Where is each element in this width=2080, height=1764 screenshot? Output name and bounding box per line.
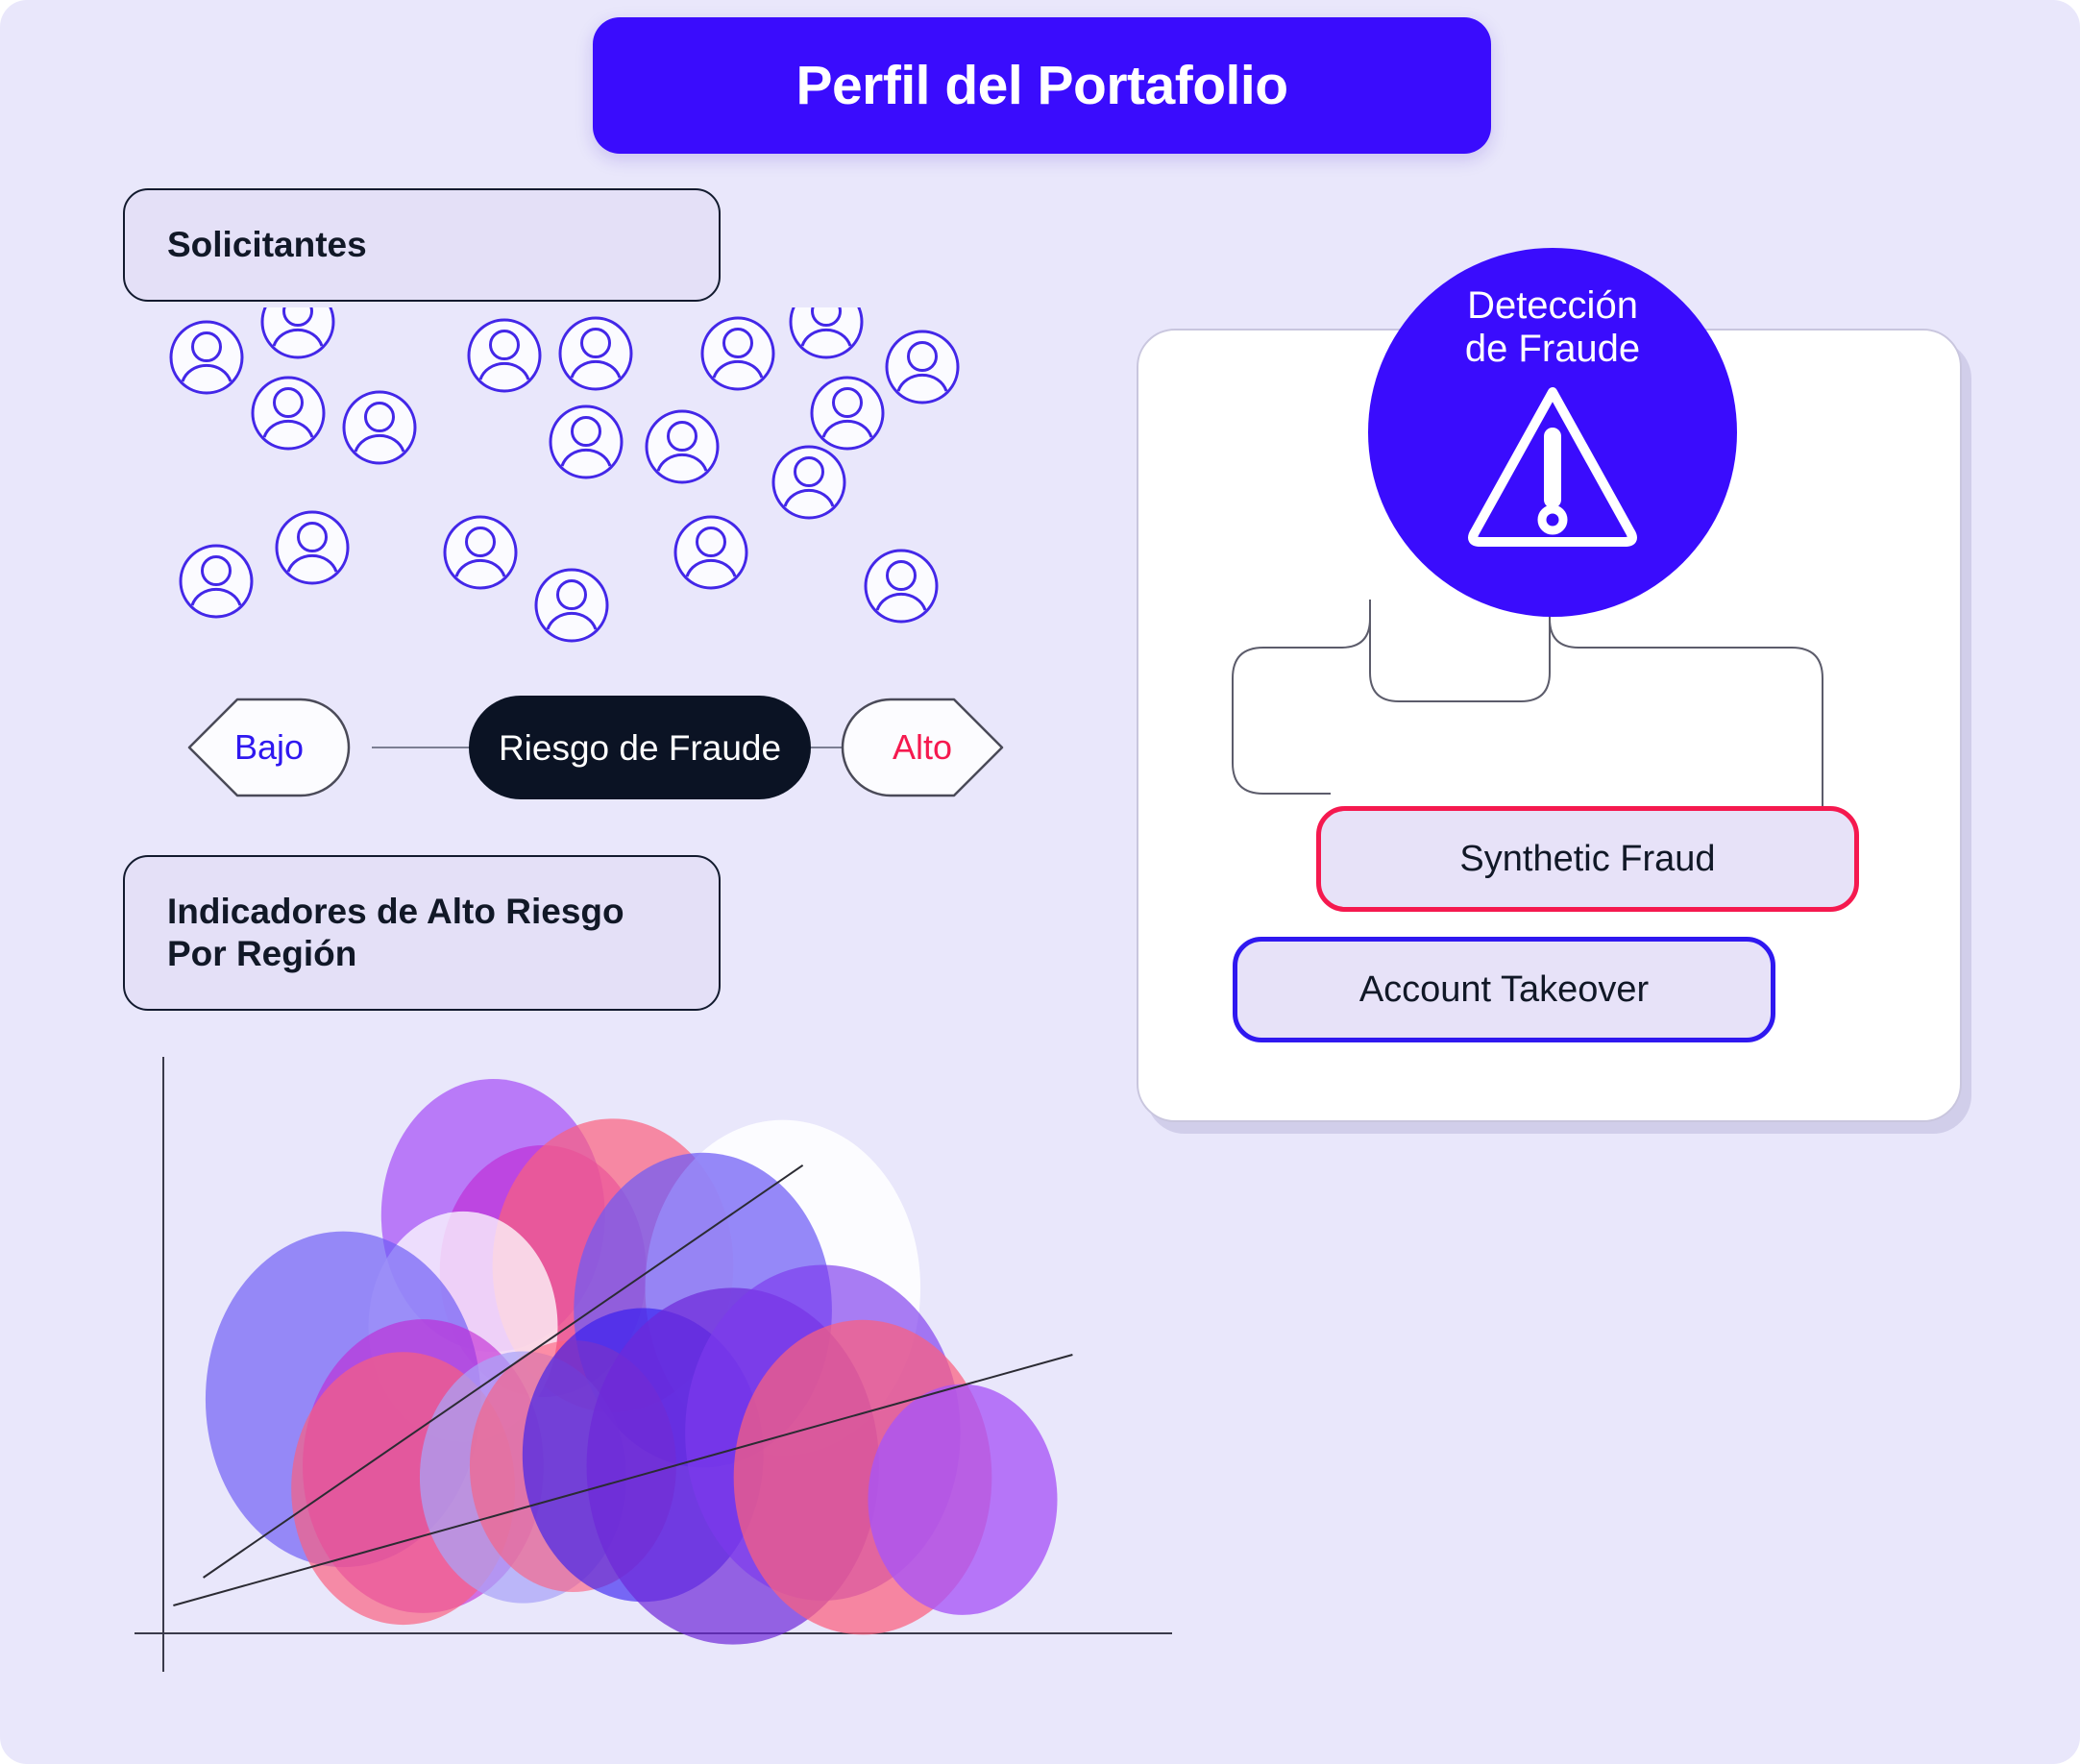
risk-high-label: Alto xyxy=(892,727,953,767)
scale-connector-left xyxy=(372,747,482,748)
risk-indicators-label-line2: Por Región xyxy=(167,934,357,973)
fraud-type-label: Account Takeover xyxy=(1358,969,1650,1010)
fraud-risk-label: Riesgo de Fraude xyxy=(498,727,782,768)
avatar xyxy=(251,376,326,451)
avatar xyxy=(443,515,518,590)
avatar xyxy=(260,284,335,359)
avatar xyxy=(810,376,885,451)
avatar xyxy=(169,320,244,395)
fraud-detection-badge: Detección de Fraude xyxy=(1368,248,1737,617)
risk-indicators-section-label: Indicadores de Alto Riesgo Por Región xyxy=(123,855,721,1011)
avatar-cloud-svg xyxy=(169,284,960,643)
infographic-canvas: Perfil del Portafolio Solicitantes Bajo … xyxy=(0,0,2080,1764)
avatar xyxy=(645,409,720,484)
fraud-type-label: Synthetic Fraud xyxy=(1459,839,1716,879)
avatar xyxy=(558,316,633,391)
page-title: Perfil del Portafolio xyxy=(795,54,1288,116)
risk-low-label: Bajo xyxy=(233,727,305,767)
avatar xyxy=(534,568,609,643)
chart-bubble xyxy=(868,1384,1058,1615)
avatar xyxy=(700,316,775,391)
avatar xyxy=(789,284,864,359)
avatar xyxy=(771,445,846,520)
risk-low-tag[interactable]: Bajo xyxy=(187,698,351,797)
avatar xyxy=(864,549,939,624)
avatar xyxy=(885,330,960,404)
regional-risk-bubble-chart xyxy=(125,1047,1191,1691)
page-title-bar: Perfil del Portafolio xyxy=(593,17,1491,154)
fraud-detection-label: Detección de Fraude xyxy=(1464,284,1641,370)
warning-triangle-icon xyxy=(1468,386,1637,547)
avatar xyxy=(275,510,350,585)
risk-high-tag[interactable]: Alto xyxy=(841,698,1004,797)
fraud-risk-scale: Bajo Riesgo de Fraude Alto xyxy=(187,694,1033,801)
fraud-type-synthetic-fraud[interactable]: Synthetic Fraud xyxy=(1316,806,1859,912)
fraud-risk-center-pill: Riesgo de Fraude xyxy=(469,696,811,799)
avatar xyxy=(549,404,624,479)
avatar xyxy=(467,318,542,393)
applicants-label-text: Solicitantes xyxy=(167,225,367,265)
bubble-chart-svg xyxy=(135,1057,1172,1672)
avatar xyxy=(673,515,748,590)
applicants-section-label: Solicitantes xyxy=(123,188,721,302)
applicants-avatar-cloud xyxy=(163,284,1038,682)
fraud-type-account-takeover[interactable]: Account Takeover xyxy=(1233,937,1775,1042)
avatar xyxy=(342,390,417,465)
avatar xyxy=(179,544,254,619)
risk-indicators-label-line1: Indicadores de Alto Riesgo xyxy=(167,892,624,932)
